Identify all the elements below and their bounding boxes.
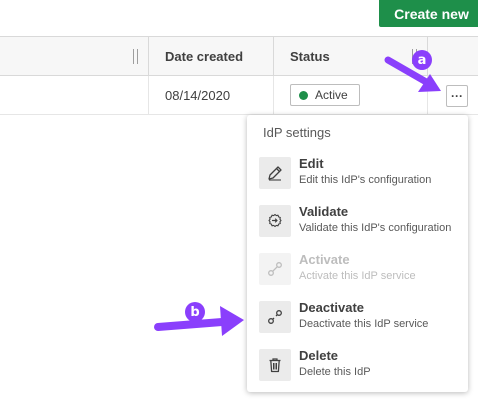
column-divider <box>273 37 274 75</box>
menu-item-label: Deactivate <box>299 300 365 315</box>
active-status-dot-icon <box>299 90 308 100</box>
more-actions-button[interactable]: ··· <box>446 85 468 107</box>
menu-item-deactivate[interactable]: Deactivate Deactivate this IdP service <box>247 293 468 341</box>
validate-icon <box>259 205 291 237</box>
menu-item-edit[interactable]: Edit Edit this IdP's configuration <box>247 149 468 197</box>
menu-item-label: Validate <box>299 204 349 219</box>
column-resize-handle[interactable] <box>133 49 138 64</box>
menu-item-activate: Activate Activate this IdP service <box>247 245 468 293</box>
create-new-button[interactable]: Create new <box>379 0 478 27</box>
cell-divider <box>148 76 149 114</box>
menu-title: IdP settings <box>263 125 331 140</box>
idp-list-screen: Create new Date created Status 08/14/202… <box>0 0 478 411</box>
menu-item-delete[interactable]: Delete Delete this IdP <box>247 341 468 389</box>
column-header-date-created[interactable]: Date created <box>165 37 273 75</box>
menu-item-label: Edit <box>299 156 324 171</box>
menu-item-validate[interactable]: Validate Validate this IdP's configurati… <box>247 197 468 245</box>
idp-table: Date created Status 08/14/2020 Active <box>0 36 478 115</box>
trash-icon <box>259 349 291 381</box>
column-header-status[interactable]: Status <box>290 37 410 75</box>
status-badge: Active <box>290 84 360 106</box>
table-header: Date created Status <box>0 36 478 76</box>
menu-item-label: Delete <box>299 348 339 363</box>
link-icon <box>259 253 291 285</box>
status-label: Active <box>315 88 348 102</box>
date-created-cell: 08/14/2020 <box>165 87 231 103</box>
cell-divider <box>427 76 428 114</box>
menu-item-description: Activate this IdP service <box>299 270 416 282</box>
idp-settings-menu: IdP settings Edit Edit this IdP's config… <box>247 115 468 392</box>
menu-item-description: Edit this IdP's configuration <box>299 174 432 186</box>
table-row[interactable]: 08/14/2020 Active <box>0 76 478 115</box>
annotation-arrow-b <box>154 318 226 331</box>
annotation-badge-b: b <box>185 302 205 322</box>
unlink-icon <box>259 301 291 333</box>
menu-item-description: Validate this IdP's configuration <box>299 222 452 234</box>
menu-item-description: Deactivate this IdP service <box>299 318 429 330</box>
cell-divider <box>273 76 274 114</box>
annotation-badge-a: a <box>412 50 432 70</box>
menu-item-label: Activate <box>299 252 350 267</box>
pencil-icon <box>259 157 291 189</box>
status-cell: Active <box>290 76 410 114</box>
menu-item-description: Delete this IdP <box>299 366 371 378</box>
annotation-arrowhead-b <box>220 306 244 336</box>
column-divider <box>148 37 149 75</box>
